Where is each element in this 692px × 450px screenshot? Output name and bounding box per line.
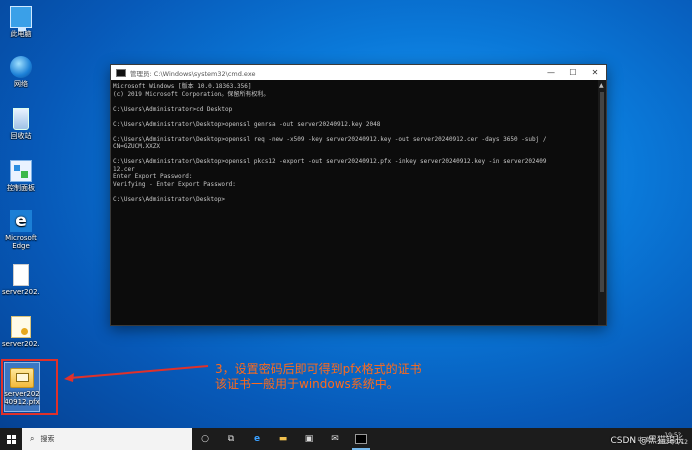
search-icon: ⌕ [30,434,35,443]
edge-icon: e [10,210,32,232]
watermark: CSDN @黑猫锦长 [610,436,684,446]
cmd-window[interactable]: 管理员: C:\Windows\system32\cmd.exe — ☐ ✕ M… [110,64,607,326]
console-line: CN=GZUCM.XXZX [113,143,160,150]
console-line: (c) 2019 Microsoft Corporation。保留所有权利。 [113,90,270,98]
console-line: Enter Export Password: [113,173,193,180]
console-line: C:\Users\Administrator>cd Desktop [113,105,233,113]
desktop-icon-label: Microsoft Edge [5,234,37,250]
computer-icon [10,6,32,31]
minimize-button[interactable]: — [540,65,562,80]
taskbar-search[interactable]: ⌕ 搜索 [22,428,192,450]
console-line: C:\Users\Administrator\Desktop> [113,195,225,203]
task-view-button[interactable]: ⧉ [218,428,244,450]
taskbar-mail[interactable]: ✉ [322,428,348,450]
desktop-icon-label: 网络 [14,80,28,88]
taskbar: ⌕ 搜索 ○ ⧉ e ▬ ▣ ✉ へ 中 英 19:5? 2024/9/12 [0,428,692,450]
cmd-app-icon [116,68,126,77]
desktop-icon-label: 此电脑 [10,30,32,38]
console-output[interactable]: Microsoft Windows [版本 10.0.18363.356] (c)… [111,80,598,325]
cortana-button[interactable]: ○ [192,428,218,450]
cmd-title: 管理员: C:\Windows\system32\cmd.exe [130,69,256,78]
annotation-text: 3，设置密码后即可得到pfx格式的证书 该证书一般用于windows系统中。 [215,362,422,392]
close-button[interactable]: ✕ [584,65,606,80]
mail-icon: ✉ [331,434,339,444]
desktop-icon-label: server202... [2,340,40,348]
maximize-button[interactable]: ☐ [562,65,584,80]
annotation-arrow [64,365,209,382]
taskbar-cmd[interactable] [348,428,374,450]
taskbar-edge[interactable]: e [244,428,270,450]
desktop-icon-label: server202... [2,288,40,296]
edge-icon: e [253,434,261,444]
control-panel-icon [10,160,32,182]
console-line: C:\Users\Administrator\Desktop>openssl r… [113,135,547,143]
cmd-icon [355,434,367,444]
annotation-line-2: 该证书一般用于windows系统中。 [215,377,399,391]
desktop-icon-this-pc[interactable]: 此电脑 [2,6,40,38]
windows-logo-icon [6,434,16,444]
cortana-icon: ○ [201,434,209,444]
scrollbar[interactable]: ▲ [598,80,606,325]
network-icon [10,56,32,78]
scrollbar-thumb[interactable] [600,92,604,292]
red-highlight-box [1,359,58,415]
recycle-bin-icon [13,108,29,130]
certificate-icon [11,316,31,338]
desktop-icon-label: 回收站 [10,132,32,140]
desktop-icon-recycle-bin[interactable]: 回收站 [2,108,40,140]
start-button[interactable] [0,428,22,450]
task-view-icon: ⧉ [227,434,235,444]
desktop-icon-edge[interactable]: e Microsoft Edge [2,210,40,250]
console-line: C:\Users\Administrator\Desktop>openssl p… [113,158,547,165]
document-icon [13,264,29,286]
console-line: Microsoft Windows [版本 10.0.18363.356] [113,83,252,90]
scroll-up-icon[interactable]: ▲ [599,82,604,89]
folder-icon: ▬ [278,434,288,444]
desktop-icon-label: 控制面板 [7,184,35,192]
search-placeholder: 搜索 [40,435,55,443]
desktop-icon-control-panel[interactable]: 控制面板 [2,160,40,192]
store-icon: ▣ [304,434,314,444]
console-line: C:\Users\Administrator\Desktop>openssl g… [113,120,381,128]
console-line: Verifying - Enter Export Password: [113,180,236,188]
taskbar-store[interactable]: ▣ [296,428,322,450]
taskbar-file-explorer[interactable]: ▬ [270,428,296,450]
cmd-titlebar[interactable]: 管理员: C:\Windows\system32\cmd.exe — ☐ ✕ [111,65,606,80]
desktop-icon-network[interactable]: 网络 [2,56,40,88]
annotation-line-1: 3，设置密码后即可得到pfx格式的证书 [215,362,422,376]
desktop-icon-certificate[interactable]: server202... [2,316,40,348]
console-line: 12.cer [113,165,135,173]
desktop-icon-document[interactable]: server202... [2,264,40,296]
